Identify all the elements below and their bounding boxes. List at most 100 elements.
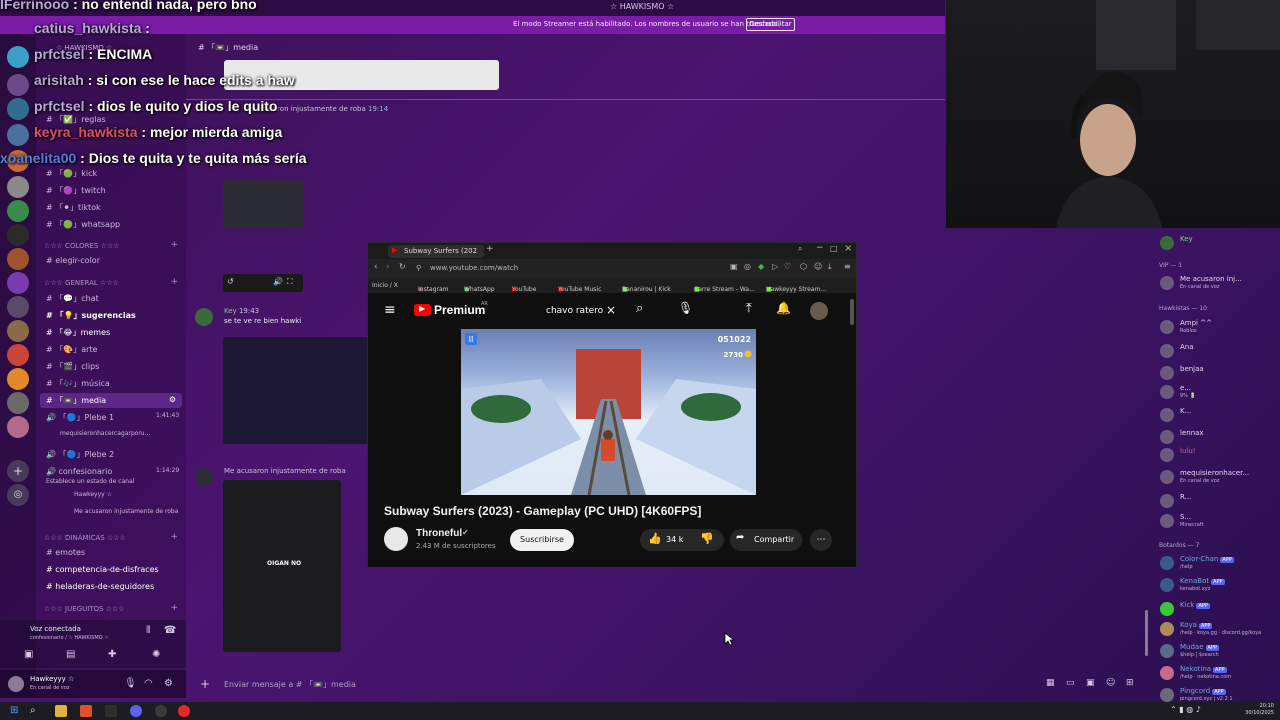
message-author[interactable]: Key 19:43 <box>224 307 259 315</box>
forward-icon[interactable]: › <box>386 262 390 272</box>
gift-icon[interactable]: ▦ <box>1046 678 1055 688</box>
channel-whatsapp[interactable]: # 「🟢」whatsapp <box>46 219 120 230</box>
avatar[interactable] <box>195 468 213 486</box>
soundboard-icon[interactable]: ✺ <box>152 649 160 660</box>
tray-icons[interactable]: ⌃ ▮ ◍ ♪ <box>1170 705 1201 714</box>
screen-share-icon[interactable]: ▤ <box>66 649 75 660</box>
server-icon[interactable] <box>7 392 29 414</box>
activities-icon[interactable]: ✚ <box>108 649 116 660</box>
message-image[interactable]: OIGAN NO <box>223 480 341 652</box>
avatar[interactable] <box>8 676 24 692</box>
server-icon[interactable] <box>7 200 29 222</box>
youtube-premium-logo[interactable]: Premium <box>434 303 485 317</box>
download-icon[interactable]: ⤓ <box>828 262 832 272</box>
channel-avatar[interactable] <box>384 527 408 551</box>
message-input[interactable]: + Enviar mensaje a # 「📼」media ▦ ▭ ▣ ☺ ⊞ <box>196 674 1146 694</box>
member-item[interactable]: Koya APP/help · koya.gg · discord.gg/koya <box>1160 620 1280 642</box>
extension-icon[interactable]: ⬡ <box>800 262 807 271</box>
category-colores[interactable]: ☆☆☆ COLORES ☆☆☆ <box>44 242 119 250</box>
member-item[interactable]: e... 9% 🔋 <box>1160 383 1280 405</box>
discover-icon[interactable]: ◎ <box>7 484 29 506</box>
member-item[interactable]: mequisieronhacer... En canal de voz <box>1160 468 1280 490</box>
server-icon[interactable] <box>7 248 29 270</box>
sticker-icon[interactable]: ▣ <box>1086 678 1095 688</box>
member-item[interactable]: Key <box>1160 234 1280 256</box>
channel-arte[interactable]: # 「🎨」arte <box>46 344 97 355</box>
voice-search-icon[interactable]: 🎙 <box>678 301 693 315</box>
channel-tiktok[interactable]: # 「⚫」tiktok <box>46 202 101 213</box>
video-player[interactable]: II 051022 2730 <box>461 329 756 495</box>
emoji-icon[interactable]: ☺ <box>1106 678 1115 688</box>
notifications-icon[interactable]: 🔔 <box>776 301 791 315</box>
disable-streamer-button[interactable]: Deshabilitar <box>746 18 795 31</box>
profile-icon[interactable]: ☺ <box>814 262 822 271</box>
voice-user[interactable]: Hawkeyyy ☆ <box>74 491 112 498</box>
volume-icon[interactable]: 🔊 <box>273 277 283 286</box>
channel-heladeras[interactable]: # heladeras-de-seguidores <box>46 582 154 591</box>
channel-clips[interactable]: # 「🎬」clips <box>46 361 99 372</box>
extension-icon[interactable]: ◆ <box>758 262 764 271</box>
search-input[interactable]: chavo ratero × <box>538 302 628 322</box>
channel-musica[interactable]: # 「🎶」música <box>46 378 110 389</box>
avatar[interactable] <box>195 308 213 326</box>
browser-tab[interactable]: ▶ Subway Surfers (202 <box>388 245 484 258</box>
extension-icon[interactable]: ◎ <box>744 262 751 271</box>
new-tab-icon[interactable]: + <box>486 244 494 254</box>
address-bar[interactable]: ⚲ www.youtube.com/watch <box>414 263 724 275</box>
member-item[interactable]: R... <box>1160 492 1280 514</box>
server-icon[interactable] <box>7 176 29 198</box>
message-author[interactable]: Me acusaron injustamente de roba <box>224 467 346 475</box>
message-image[interactable] <box>223 180 303 228</box>
headphones-icon[interactable]: ◠ <box>144 678 153 689</box>
site-info-icon[interactable]: ⚲ <box>416 264 421 272</box>
pause-icon[interactable]: II <box>469 335 474 344</box>
add-channel-icon[interactable]: + <box>170 240 178 250</box>
server-icon[interactable] <box>7 224 29 246</box>
channel-settings-icon[interactable]: ⚙ <box>169 395 176 404</box>
hamburger-menu-icon[interactable]: ≡ <box>384 302 396 318</box>
scrollbar[interactable] <box>850 299 854 325</box>
channel-elegir-color[interactable]: # elegir-color <box>46 256 100 265</box>
record-icon[interactable] <box>178 705 190 717</box>
voice-user[interactable]: mequisieronhacercagarporu... <box>60 430 150 437</box>
search-icon[interactable]: ⌕ <box>636 301 643 316</box>
youtube-logo-icon[interactable]: ▶ <box>414 304 431 316</box>
minimize-icon[interactable]: − <box>816 243 824 253</box>
voice-channel-plebe1[interactable]: 🔊 「🔵」Plebe 1 <box>46 412 114 423</box>
member-item[interactable]: lulu! <box>1160 446 1280 468</box>
category-dinamicas[interactable]: ☆☆☆ DINÁMICAS ☆☆☆ <box>44 534 126 542</box>
channel-name[interactable]: Throneful <box>416 528 462 539</box>
member-item[interactable]: Color-Chan APP/help <box>1160 554 1280 576</box>
system-clock[interactable]: 20:10 30/10/2025 <box>1245 703 1274 717</box>
channel-twitch[interactable]: # 「🟣」twitch <box>46 185 106 196</box>
add-attachment-icon[interactable]: + <box>200 677 210 691</box>
voice-location[interactable]: confesionario / ☆ HAWKISMO ☆ <box>30 635 109 641</box>
voice-signal-icon[interactable]: ⦀ <box>146 625 150 636</box>
member-item[interactable]: Mudae APP $help | $search <box>1160 642 1280 664</box>
member-item[interactable]: S... Minecraft <box>1160 512 1280 534</box>
file-explorer-icon[interactable] <box>55 705 67 717</box>
dislike-icon[interactable]: 👎 <box>700 532 714 545</box>
member-item[interactable]: Ana <box>1160 342 1280 364</box>
brave-browser-icon[interactable] <box>80 705 92 717</box>
member-item[interactable]: K... <box>1160 406 1280 428</box>
like-icon[interactable]: 👍 <box>648 532 662 545</box>
gear-icon[interactable]: ⚙ <box>164 678 173 689</box>
server-icon[interactable] <box>7 416 29 438</box>
bookmark-item[interactable]: Inicio / X <box>372 282 398 289</box>
member-item[interactable]: Me acusaron inj... En canal de voz <box>1160 274 1280 296</box>
server-icon[interactable] <box>7 368 29 390</box>
apps-icon[interactable]: ⊞ <box>1126 678 1134 688</box>
channel-competencia[interactable]: # competencia-de-disfraces <box>46 565 159 574</box>
subscribe-button[interactable]: Suscribirse <box>510 529 574 551</box>
gif-icon[interactable]: ▭ <box>1066 678 1075 688</box>
author-name[interactable]: Key <box>224 307 237 315</box>
channel-media[interactable]: # 「📼」media ⚙ <box>40 393 182 408</box>
search-icon[interactable]: ⌕ <box>30 705 42 717</box>
channel-chat[interactable]: # 「💬」chat <box>46 293 99 304</box>
reload-icon[interactable]: ↻ <box>399 262 406 271</box>
server-icon[interactable] <box>7 344 29 366</box>
scrollbar[interactable] <box>1145 610 1148 656</box>
clear-search-icon[interactable]: × <box>606 303 616 317</box>
channel-memes[interactable]: # 「😂」memes <box>46 327 110 338</box>
